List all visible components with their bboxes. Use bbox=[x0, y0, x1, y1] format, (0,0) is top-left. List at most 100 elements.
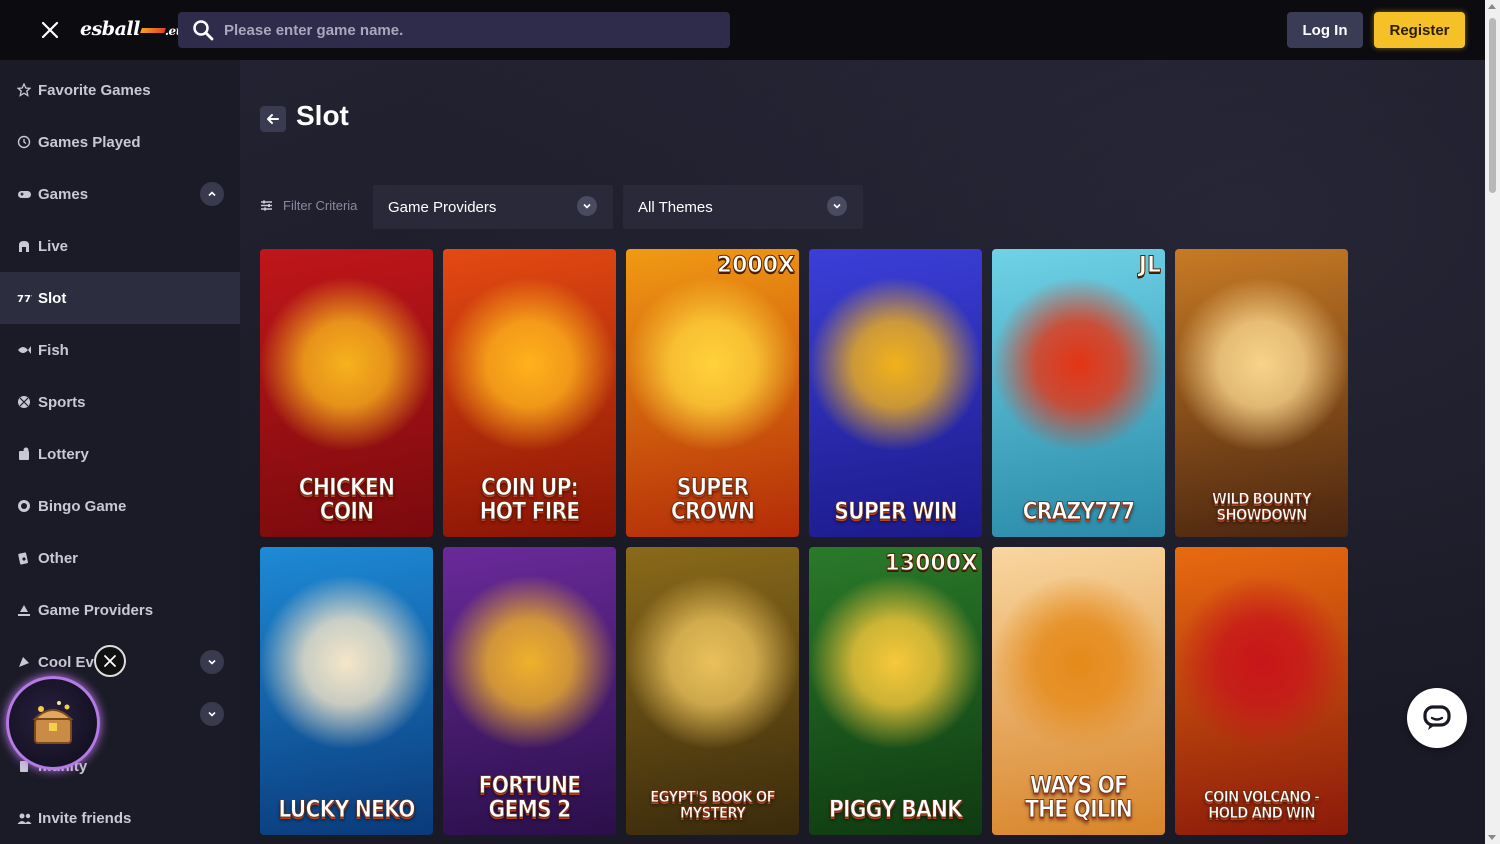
lottery-icon bbox=[16, 446, 32, 462]
sidebar-item-label: Invite friends bbox=[38, 809, 132, 827]
game-badge: 2000X bbox=[716, 253, 795, 279]
game-card[interactable]: SUPER WIN bbox=[809, 249, 982, 537]
page-scrollbar[interactable] bbox=[1485, 0, 1500, 844]
sidebar-item-label: Games Played bbox=[38, 133, 141, 151]
provider-icon bbox=[16, 602, 32, 618]
search-icon bbox=[193, 20, 214, 41]
game-card[interactable]: COIN VOLCANO - HOLD AND WIN bbox=[1175, 547, 1348, 835]
sidebar-item-label: Fish bbox=[38, 341, 69, 359]
game-thumbnail bbox=[809, 547, 982, 835]
game-card[interactable]: JL CRAZY777 bbox=[992, 249, 1165, 537]
sidebar-item-fish[interactable]: Fish bbox=[0, 324, 240, 376]
chevron-down-icon bbox=[827, 196, 847, 216]
all-themes-dropdown[interactable]: All Themes bbox=[623, 185, 863, 229]
game-badge: JL bbox=[1138, 253, 1161, 279]
sidebar-item-label: Sports bbox=[38, 393, 86, 411]
treasure-chest-icon bbox=[32, 701, 74, 744]
search-bar[interactable] bbox=[178, 12, 730, 48]
sidebar-item-bingo-game[interactable]: Bingo Game bbox=[0, 480, 240, 532]
game-providers-dropdown[interactable]: Game Providers bbox=[373, 185, 613, 229]
promo-treasure-bubble[interactable] bbox=[6, 676, 100, 770]
game-badge: 13000X bbox=[884, 551, 978, 577]
live-chat-button[interactable] bbox=[1407, 688, 1467, 748]
game-title: COIN VOLCANO - HOLD AND WIN bbox=[1203, 787, 1320, 822]
svg-text:777: 777 bbox=[17, 294, 32, 304]
promo-close-button[interactable] bbox=[94, 645, 126, 677]
sidebar-item-games[interactable]: Games bbox=[0, 168, 240, 220]
history-icon bbox=[16, 134, 32, 150]
chevron-down-icon bbox=[577, 196, 597, 216]
sidebar-item-game-providers[interactable]: Game Providers bbox=[0, 584, 240, 636]
sidebar-item-invite-friends[interactable]: Invite friends bbox=[0, 792, 240, 844]
filter-label-text: Filter Criteria bbox=[283, 198, 358, 213]
star-icon bbox=[16, 82, 32, 98]
close-icon[interactable] bbox=[38, 18, 62, 42]
chevron-down-icon[interactable] bbox=[200, 650, 224, 674]
game-thumbnail bbox=[809, 249, 982, 537]
main-content: Slot Filter Criteria Game Providers All … bbox=[240, 60, 1485, 844]
game-card[interactable]: LUCKY NEKO bbox=[260, 547, 433, 835]
sidebar-item-label: Game Providers bbox=[38, 601, 154, 619]
game-title: CHICKEN COIN bbox=[298, 473, 395, 525]
game-title: FORTUNE GEMS 2 bbox=[478, 771, 581, 823]
game-title: CRAZY777 bbox=[1022, 497, 1136, 525]
sidebar-item-label: Games bbox=[38, 185, 89, 203]
logo[interactable]: esball .eu bbox=[80, 18, 184, 40]
sidebar-item-label: Live bbox=[38, 237, 69, 255]
slot-icon: 777 bbox=[16, 290, 32, 306]
sidebar-item-lottery[interactable]: Lottery bbox=[0, 428, 240, 480]
game-title: LUCKY NEKO bbox=[278, 795, 416, 823]
chevron-down-icon[interactable] bbox=[200, 702, 224, 726]
game-title: PIGGY BANK bbox=[828, 795, 963, 823]
register-button[interactable]: Register bbox=[1374, 12, 1465, 48]
close-icon bbox=[104, 655, 116, 667]
sidebar-item-label: Bingo Game bbox=[38, 497, 127, 515]
game-card[interactable]: CHICKEN COIN bbox=[260, 249, 433, 537]
ball-icon bbox=[16, 394, 32, 410]
game-title: WAYS OF THE QILIN bbox=[1025, 771, 1134, 823]
game-card[interactable]: WILD BOUNTY SHOWDOWN bbox=[1175, 249, 1348, 537]
filter-icon bbox=[261, 200, 272, 211]
game-card[interactable]: WAYS OF THE QILIN bbox=[992, 547, 1165, 835]
game-card[interactable]: 2000X SUPER CROWN bbox=[626, 249, 799, 537]
sidebar-item-games-played[interactable]: Games Played bbox=[0, 116, 240, 168]
sidebar-item-live[interactable]: Live bbox=[0, 220, 240, 272]
sidebar-item-slot[interactable]: 777 Slot bbox=[0, 272, 240, 324]
filter-criteria-label: Filter Criteria bbox=[260, 198, 357, 213]
scrollbar-thumb[interactable] bbox=[1489, 18, 1496, 193]
event-icon bbox=[16, 654, 32, 670]
sidebar-item-favorite-games[interactable]: Favorite Games bbox=[0, 64, 240, 116]
top-bar: esball.eu Log In Register bbox=[0, 0, 1485, 60]
sidebar-item-label: Cool Eve bbox=[38, 653, 103, 671]
sidebar-item-other[interactable]: Other bbox=[0, 532, 240, 584]
chevron-up-icon[interactable] bbox=[200, 182, 224, 206]
login-button[interactable]: Log In bbox=[1287, 12, 1363, 48]
sidebar-item-sports[interactable]: Sports bbox=[0, 376, 240, 428]
game-title: SUPER CROWN bbox=[670, 473, 755, 525]
live-dealer-icon bbox=[16, 238, 32, 254]
game-card[interactable]: FORTUNE GEMS 2 bbox=[443, 547, 616, 835]
sidebar-item-label: Other bbox=[38, 549, 79, 567]
chat-bubble-icon bbox=[1423, 705, 1451, 730]
sidebar-item-label: Lottery bbox=[38, 445, 89, 463]
invite-icon bbox=[16, 810, 32, 826]
game-title: WILD BOUNTY SHOWDOWN bbox=[1212, 489, 1313, 524]
cards-icon bbox=[16, 550, 32, 566]
game-thumbnail bbox=[992, 249, 1165, 537]
arrow-left-icon bbox=[267, 114, 279, 124]
dropdown-value: Game Providers bbox=[388, 198, 497, 216]
fish-icon bbox=[16, 342, 32, 358]
game-card[interactable]: 13000X PIGGY BANK bbox=[809, 547, 982, 835]
game-title: COIN UP: HOT FIRE bbox=[479, 473, 581, 525]
game-title: EGYPT'S BOOK OF MYSTERY bbox=[650, 787, 777, 822]
game-card[interactable]: EGYPT'S BOOK OF MYSTERY bbox=[626, 547, 799, 835]
search-input[interactable] bbox=[224, 21, 704, 39]
gamepad-icon bbox=[16, 186, 32, 202]
game-thumbnail bbox=[260, 547, 433, 835]
sidebar-item-label: Slot bbox=[38, 289, 67, 307]
logo-text: esball bbox=[80, 18, 140, 40]
bingo-icon bbox=[16, 498, 32, 514]
game-title: SUPER WIN bbox=[834, 497, 958, 525]
back-button[interactable] bbox=[260, 106, 286, 132]
game-card[interactable]: COIN UP: HOT FIRE bbox=[443, 249, 616, 537]
